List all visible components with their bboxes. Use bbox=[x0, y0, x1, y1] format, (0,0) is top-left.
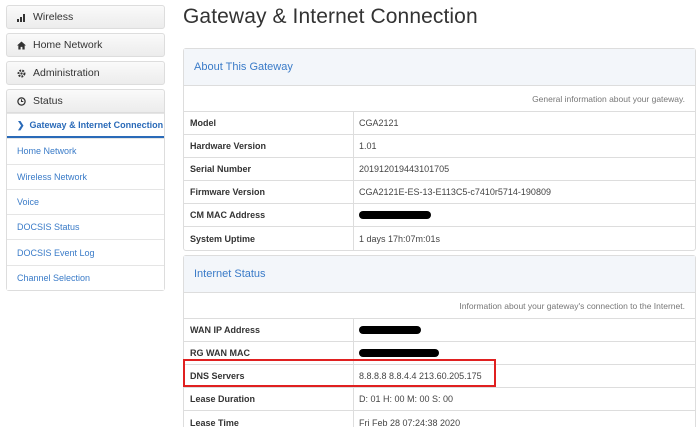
redaction-mark bbox=[359, 349, 439, 357]
row-value: 201912019443101705 bbox=[359, 164, 450, 174]
subnav-label: Gateway & Internet Connection bbox=[29, 120, 164, 131]
signal-icon bbox=[17, 13, 26, 22]
subnav-gateway-internet[interactable]: ❯ Gateway & Internet Connection bbox=[7, 113, 164, 139]
subnav-docsis-status[interactable]: DOCSIS Status bbox=[7, 214, 164, 240]
row-value-redacted bbox=[354, 204, 695, 226]
row-label: CM MAC Address bbox=[184, 204, 354, 226]
dns-highlight-box bbox=[183, 359, 496, 387]
clock-icon bbox=[17, 96, 26, 106]
table-row: Serial Number 201912019443101705 bbox=[184, 158, 695, 181]
nav-status-label: Status bbox=[33, 95, 63, 107]
subnav-docsis-event-log[interactable]: DOCSIS Event Log bbox=[7, 239, 164, 265]
nav-wireless-label: Wireless bbox=[33, 11, 74, 23]
row-label: Model bbox=[184, 112, 354, 134]
gear-icon bbox=[17, 69, 26, 78]
status-subnav: ❯ Gateway & Internet Connection Home Net… bbox=[6, 113, 165, 292]
row-value: 1.01 bbox=[359, 141, 377, 151]
table-row: System Uptime 1 days 17h:07m:01s bbox=[184, 227, 695, 250]
internet-panel-description: Information about your gateway's connect… bbox=[184, 293, 695, 319]
table-row: WAN IP Address bbox=[184, 319, 695, 342]
row-value: D: 01 H: 00 M: 00 S: 00 bbox=[359, 394, 454, 404]
internet-status-panel: Internet Status Information about your g… bbox=[183, 255, 696, 427]
table-row: Firmware Version CGA2121E-ES-13-E113C5-c… bbox=[184, 181, 695, 204]
nav-home-network-label: Home Network bbox=[33, 39, 103, 51]
subnav-channel-selection[interactable]: Channel Selection bbox=[7, 264, 164, 291]
nav-wireless[interactable]: Wireless bbox=[6, 5, 165, 29]
subnav-wireless-network[interactable]: Wireless Network bbox=[7, 163, 164, 189]
nav-administration[interactable]: Administration bbox=[6, 61, 165, 85]
nav-status[interactable]: Status bbox=[6, 89, 165, 113]
internet-panel-heading: Internet Status bbox=[184, 256, 695, 293]
chevron-right-icon: ❯ bbox=[17, 119, 25, 130]
row-label: Serial Number bbox=[184, 158, 354, 180]
sidebar: Wireless Home Network Administration Sta… bbox=[6, 5, 165, 292]
row-label: System Uptime bbox=[184, 227, 354, 250]
page-title: Gateway & Internet Connection bbox=[183, 5, 478, 28]
subnav-home-network[interactable]: Home Network bbox=[7, 138, 164, 164]
row-value: 1 days 17h:07m:01s bbox=[359, 233, 441, 244]
row-label: Lease Time bbox=[184, 411, 354, 427]
table-row: CM MAC Address bbox=[184, 204, 695, 227]
row-label: Hardware Version bbox=[184, 135, 354, 157]
table-row: Lease Time Fri Feb 28 07:24:38 2020 bbox=[184, 411, 695, 427]
redaction-mark bbox=[359, 326, 421, 334]
about-panel-description: General information about your gateway. bbox=[184, 86, 695, 112]
row-label: WAN IP Address bbox=[184, 319, 354, 341]
nav-administration-label: Administration bbox=[33, 67, 100, 79]
row-label: Lease Duration bbox=[184, 388, 354, 410]
row-value: CGA2121 bbox=[359, 118, 399, 128]
about-gateway-panel: About This Gateway General information a… bbox=[183, 48, 696, 251]
row-value-redacted bbox=[354, 319, 695, 341]
row-label: Firmware Version bbox=[184, 181, 354, 203]
table-row: Hardware Version 1.01 bbox=[184, 135, 695, 158]
redaction-mark bbox=[359, 211, 431, 219]
row-value: Fri Feb 28 07:24:38 2020 bbox=[359, 417, 461, 427]
subnav-voice[interactable]: Voice bbox=[7, 188, 164, 215]
home-icon bbox=[17, 40, 26, 50]
nav-home-network[interactable]: Home Network bbox=[6, 33, 165, 57]
row-value: CGA2121E-ES-13-E113C5-c7410r5714-190809 bbox=[359, 187, 551, 197]
table-row: Model CGA2121 bbox=[184, 112, 695, 135]
about-panel-heading: About This Gateway bbox=[184, 49, 695, 86]
table-row: Lease Duration D: 01 H: 00 M: 00 S: 00 bbox=[184, 388, 695, 411]
